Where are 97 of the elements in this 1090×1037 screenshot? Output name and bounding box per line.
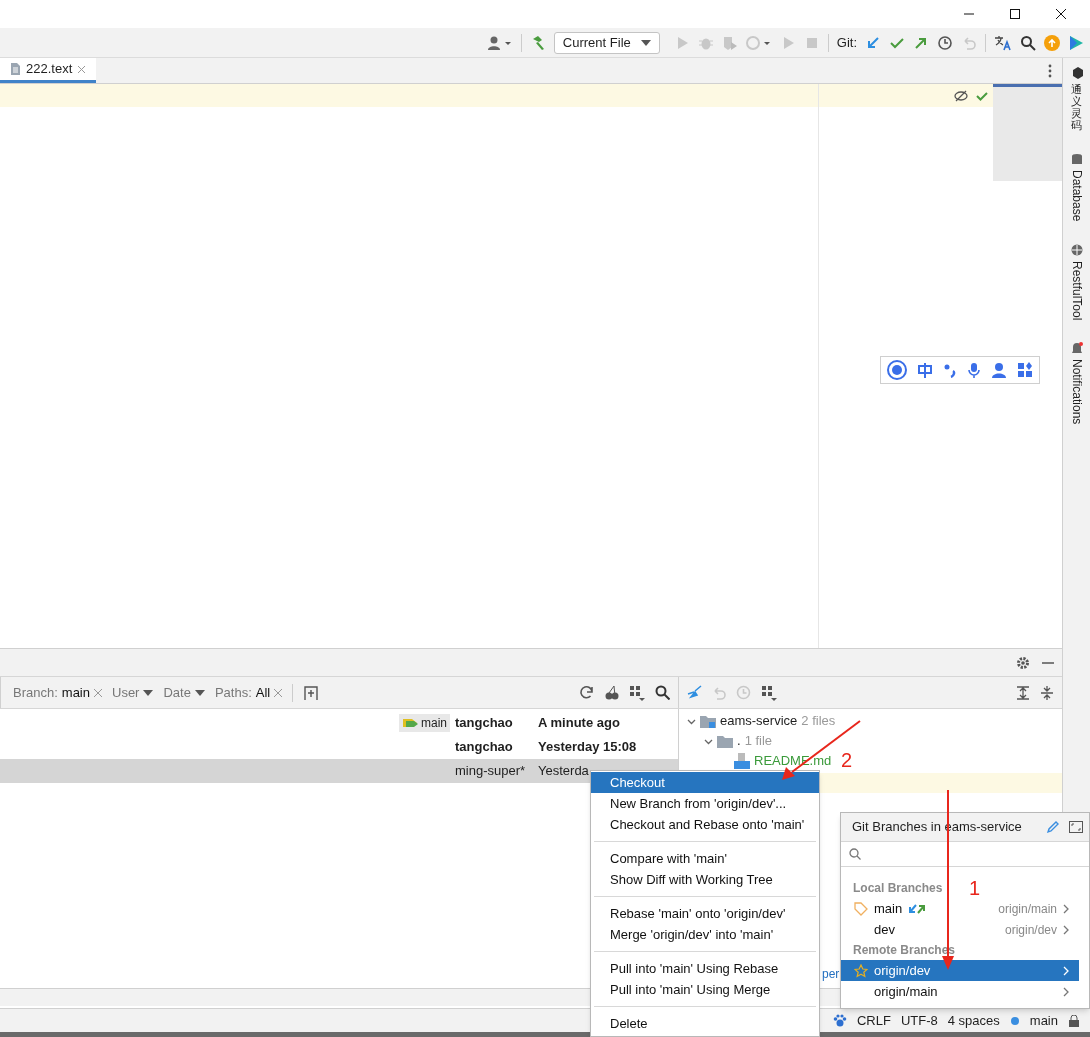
menu-item[interactable]: Checkout [591,772,819,793]
menu-item[interactable]: Merge 'origin/dev' into 'main' [591,924,819,945]
commit-date: Yesterday 15:08 [538,738,638,757]
module-folder-icon [700,714,716,728]
commit-author: ming-super* [455,762,527,781]
chinese-mode-icon[interactable] [917,362,933,378]
plugin-logo-icon[interactable] [1068,34,1084,51]
expand-window-icon[interactable] [1069,821,1083,833]
new-tab-icon[interactable] [303,684,320,701]
branch-icon [1009,1014,1020,1027]
tool-window-button[interactable]: Notifications [1067,342,1086,425]
close-icon[interactable] [1055,8,1067,20]
apps-grid-icon[interactable] [1017,362,1033,378]
partial-text: per [822,966,840,983]
log-filter[interactable]: User [112,682,154,703]
log-filter[interactable]: Date [163,682,205,703]
chevron-right-icon [1063,986,1069,997]
menu-item[interactable]: Delete [591,1013,819,1034]
annotation-number: 1 [969,876,981,901]
punctuation-icon[interactable] [943,362,957,378]
commit-author: tangchao [455,738,514,757]
branch-item[interactable]: dev origin/dev [841,919,1079,940]
bell-icon [1070,342,1083,356]
editor-tab[interactable]: 222.text [0,58,97,83]
git-label: Git: [836,33,857,52]
branch-item[interactable]: main origin/main [841,898,1079,919]
tool-window-button[interactable]: Database [1067,153,1086,222]
history-clock-icon[interactable] [937,34,953,51]
branch-item[interactable]: origin/dev [841,960,1079,981]
menu-item[interactable]: Checkout and Rebase onto 'main' [591,814,819,835]
log-filter[interactable]: Branch: main [13,682,102,703]
translate-icon[interactable] [994,34,1012,51]
status-bar-item[interactable]: UTF-8 [900,1010,938,1031]
menu-item[interactable]: Compare with 'main' [591,848,819,869]
lock-icon[interactable] [1068,1014,1080,1027]
settings-icon[interactable] [1016,655,1030,670]
status-bar-item[interactable]: CRLF [856,1010,891,1031]
user-icon[interactable] [991,362,1007,378]
search-icon [849,848,861,860]
paw-icon[interactable] [832,1013,847,1028]
commit-date: Yesterda [538,762,590,781]
branch-item[interactable]: origin/main [841,981,1079,1002]
maximize-icon[interactable] [1009,8,1021,20]
menu-item[interactable]: Rebase 'main' onto 'origin/dev' [591,903,819,924]
microphone-icon[interactable] [967,362,981,378]
clear-icon [274,688,283,697]
update-arrow-icon[interactable] [865,34,881,51]
chevron-right-icon [1063,903,1069,914]
tracking-branch: origin/main [998,900,1057,918]
commit-author: tangchao [455,714,514,733]
dropdown-icon [640,39,651,46]
incoming-outgoing-icon [908,903,927,914]
tool-window-button[interactable]: RestfulTool [1067,243,1086,321]
expand-all-icon[interactable] [1016,685,1030,700]
annotation-number: 2 [841,748,853,773]
star-icon [854,963,868,978]
tree-item-label[interactable]: . [737,731,741,751]
edit-pin-icon[interactable] [1046,820,1059,834]
clear-icon [94,688,102,697]
grid-options-icon[interactable] [629,684,645,701]
commit-date: A minute ago [538,714,621,733]
file-count: 2 files [801,712,836,731]
dropdown-icon [194,689,205,696]
search-icon[interactable] [1020,34,1036,51]
grid-options-icon[interactable] [761,684,777,701]
search-icon[interactable] [655,685,670,700]
tool-window-button[interactable]: 通义灵码 [1070,66,1083,132]
eye-hidden-icon[interactable] [954,89,968,102]
tracking-branch: origin/dev [1004,921,1057,939]
ifly-logo-icon[interactable] [887,360,907,380]
user-icon[interactable] [486,34,513,51]
folder-icon [717,734,733,748]
run-config-dropdown[interactable]: Current File [553,31,660,54]
menu-item[interactable]: Pull into 'main' Using Rebase [591,958,819,979]
database-icon [1070,153,1083,167]
tag-icon [402,718,418,728]
status-bar-item[interactable]: 4 spaces [947,1010,1000,1031]
tag-icon [854,901,868,916]
menu-item[interactable]: New Branch from 'origin/dev'... [591,793,819,814]
menu-item[interactable]: Show Diff with Working Tree [591,869,819,890]
tree-item-label[interactable]: eams-service [720,711,798,731]
file-count: 1 file [744,732,773,751]
chevron-right-icon [1063,965,1069,976]
cherry-pick-icon[interactable] [604,685,619,700]
chevron-right-icon [1063,924,1069,935]
branch-tag: main [399,714,450,732]
refresh-icon[interactable] [579,685,594,700]
check-icon[interactable] [976,89,988,102]
section-heading: Local Branches [853,880,943,897]
log-filter[interactable]: Paths: All [214,682,283,703]
menu-item[interactable]: Pull into 'main' Using Merge [591,979,819,1000]
status-bar-item[interactable]: main [1029,1010,1058,1031]
dropdown-icon [143,689,154,696]
text-file-icon [10,62,21,76]
collapse-all-icon[interactable] [1040,685,1054,700]
globe-icon [1070,243,1083,257]
more-options-icon[interactable] [1048,63,1052,78]
